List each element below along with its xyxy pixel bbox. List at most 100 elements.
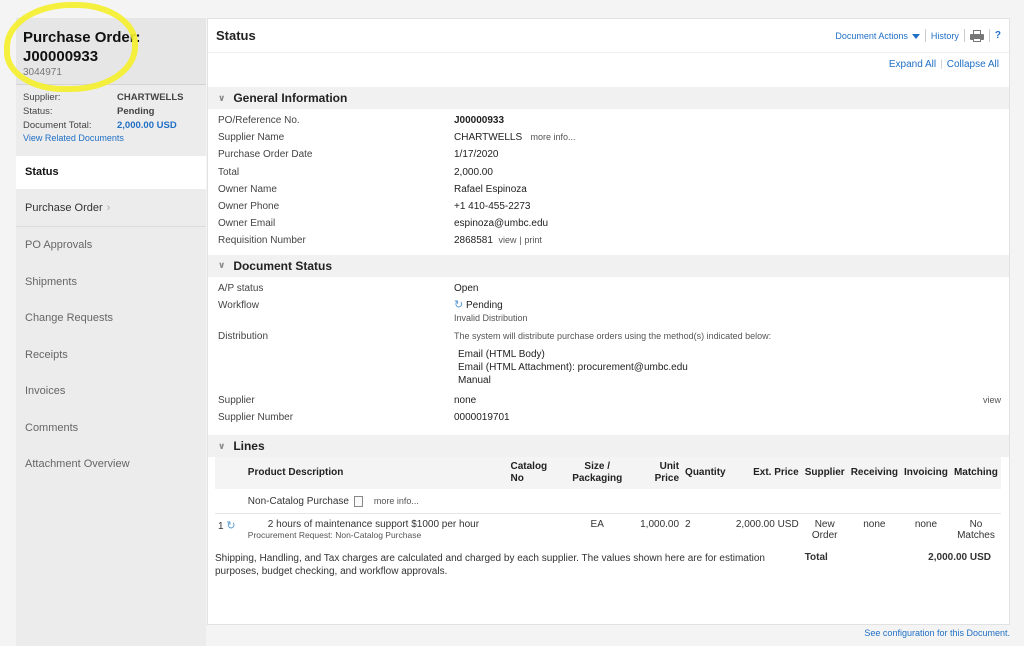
field-row: Requisition Number 2868581 view | print xyxy=(218,232,1009,249)
document-status-header[interactable]: ∨ Document Status xyxy=(208,254,1009,277)
divider xyxy=(988,29,990,42)
po-reference-value: J00000933 xyxy=(454,115,505,126)
requisition-view-link[interactable]: view xyxy=(499,235,517,245)
summary-key: Supplier: xyxy=(23,92,61,103)
nav-comments[interactable]: Comments xyxy=(16,410,206,447)
footer-note-cell: Shipping, Handling, and Tax charges are … xyxy=(215,544,802,581)
expand-collapse-controls: Expand All | Collapse All xyxy=(888,59,999,70)
help-button[interactable]: ? xyxy=(995,30,1001,41)
nav-change-requests[interactable]: Change Requests xyxy=(16,300,206,337)
general-information-header[interactable]: ∨ General Information xyxy=(208,87,1009,109)
see-configuration-link[interactable]: See configuration for this Document. xyxy=(864,628,1010,638)
status-panel: Status Document Actions History ? Expand… xyxy=(207,18,1010,625)
nav-invoices[interactable]: Invoices xyxy=(16,373,206,410)
expand-all-link[interactable]: Expand All xyxy=(889,59,936,70)
history-link[interactable]: History xyxy=(931,31,959,41)
owner-email-value: espinoza@umbc.edu xyxy=(454,218,549,230)
po-internal-id: 3044971 xyxy=(23,67,62,78)
column-header: Size / Packaging xyxy=(562,457,633,490)
chevron-right-icon: › xyxy=(106,202,111,214)
divider xyxy=(963,29,965,42)
distribution-method: Email (HTML Body) xyxy=(458,348,545,360)
field-row: PO/Reference No. J00000933 xyxy=(218,112,1009,129)
nav-po-approvals[interactable]: PO Approvals xyxy=(16,227,206,264)
line-group-cell: Non-Catalog Purchase more info... xyxy=(245,489,1001,514)
field-label: Owner Name xyxy=(218,183,277,195)
column-header: Receiving xyxy=(847,457,901,490)
requisition-number: 2868581 xyxy=(454,235,493,247)
column-header: Unit Price xyxy=(632,457,683,490)
po-summary: Supplier: CHARTWELLS Status: Pending Doc… xyxy=(16,84,206,150)
line-group-more-info-link[interactable]: more info... xyxy=(374,496,419,506)
nav-receipts[interactable]: Receipts xyxy=(16,337,206,374)
lines-footer-row: Shipping, Handling, and Tax charges are … xyxy=(215,544,1001,581)
po-title-label: Purchase Order: xyxy=(23,29,141,46)
panel-header: Status Document Actions History ? xyxy=(208,19,1009,53)
distribution-method: Email (HTML Attachment): procurement@umb… xyxy=(458,361,688,373)
field-label: Total xyxy=(218,166,240,178)
field-row: Owner Name Rafael Espinoza xyxy=(218,181,1009,198)
size-cell: EA xyxy=(590,519,604,531)
collapse-all-link[interactable]: Collapse All xyxy=(947,59,999,70)
nav-shipments[interactable]: Shipments xyxy=(16,264,206,301)
refresh-icon: ↻ xyxy=(454,298,464,311)
requisition-print-link[interactable]: print xyxy=(524,235,542,245)
field-row: Workflow ↻ Pending Invalid Distribution xyxy=(218,299,1009,325)
total-amount: 2,000.00 USD xyxy=(928,552,991,564)
document-actions-label: Document Actions xyxy=(835,30,908,41)
printer-icon[interactable] xyxy=(969,29,984,42)
total-value: 2,000.00 xyxy=(454,166,493,178)
nav-attachment-overview[interactable]: Attachment Overview xyxy=(16,446,206,483)
field-label: PO/Reference No. xyxy=(218,115,300,126)
document-actions-menu[interactable]: Document Actions xyxy=(835,31,920,41)
owner-phone-value: +1 410-455-2273 xyxy=(454,201,531,213)
field-label: Purchase Order Date xyxy=(218,149,313,161)
view-related-documents-link[interactable]: View Related Documents xyxy=(23,133,124,143)
caret-down-icon xyxy=(911,33,920,39)
nav-status[interactable]: Status xyxy=(16,156,206,189)
supplier-distribution-value: none xyxy=(454,394,477,406)
lines-header[interactable]: ∨ Lines xyxy=(208,435,1009,458)
field-label: Owner Email xyxy=(218,218,276,230)
line-group-row: Non-Catalog Purchase more info... xyxy=(215,489,1001,514)
procurement-request-link[interactable]: Procurement Request: Non-Catalog Purchas… xyxy=(248,530,421,540)
supplier-status-cell: New Order xyxy=(811,519,838,542)
distribution-intro: The system will distribute purchase orde… xyxy=(454,330,772,341)
summary-status: Status: Pending xyxy=(23,105,200,119)
column-header: Ext. Price xyxy=(732,457,802,490)
section-title: Lines xyxy=(233,439,265,454)
field-row: Supplier Name CHARTWELLS more info... xyxy=(218,129,1009,146)
supplier-number-value: 0000019701 xyxy=(454,412,510,424)
table-header-row: Product Description Catalog No Size / Pa… xyxy=(215,457,1001,490)
po-header: Purchase Order: J00000933 3044971 xyxy=(16,18,206,84)
field-row: Owner Email espinoza@umbc.edu xyxy=(218,215,1009,232)
supplier-view-link[interactable]: view xyxy=(983,392,1001,409)
distribution-method: Manual xyxy=(458,374,491,386)
line-number-cell: 1 ↻ xyxy=(215,514,245,545)
catalog-cell xyxy=(507,514,562,545)
quantity-cell: 2 xyxy=(685,519,691,531)
matching-cell: No Matches xyxy=(957,519,995,542)
field-label: Supplier Name xyxy=(218,132,285,144)
document-icon xyxy=(353,496,363,508)
workflow-status: Pending xyxy=(466,299,503,311)
receiving-cell: none xyxy=(863,519,886,531)
workflow-value: ↻ Pending Invalid Distribution xyxy=(454,299,528,325)
divider xyxy=(924,29,926,42)
lines-table: Product Description Catalog No Size / Pa… xyxy=(215,457,1001,581)
supplier-more-info-link[interactable]: more info... xyxy=(531,132,576,142)
summary-key: Document Total: xyxy=(23,120,92,131)
field-label: Workflow xyxy=(218,299,259,311)
summary-value: CHARTWELLS xyxy=(117,92,184,103)
nav-purchase-order[interactable]: Purchase Order › xyxy=(16,189,206,227)
summary-value[interactable]: 2,000.00 USD xyxy=(117,119,177,133)
line-number: 1 xyxy=(218,521,224,533)
summary-total: Document Total: 2,000.00 USD xyxy=(23,119,200,133)
unit-price-cell: 1,000.00 xyxy=(640,519,680,531)
po-date-value: 1/17/2020 xyxy=(454,149,499,161)
column-header xyxy=(215,457,245,490)
column-header: Supplier xyxy=(801,457,848,490)
field-label: Owner Phone xyxy=(218,201,280,213)
field-label: Requisition Number xyxy=(218,235,306,247)
refresh-icon: ↻ xyxy=(226,520,236,533)
